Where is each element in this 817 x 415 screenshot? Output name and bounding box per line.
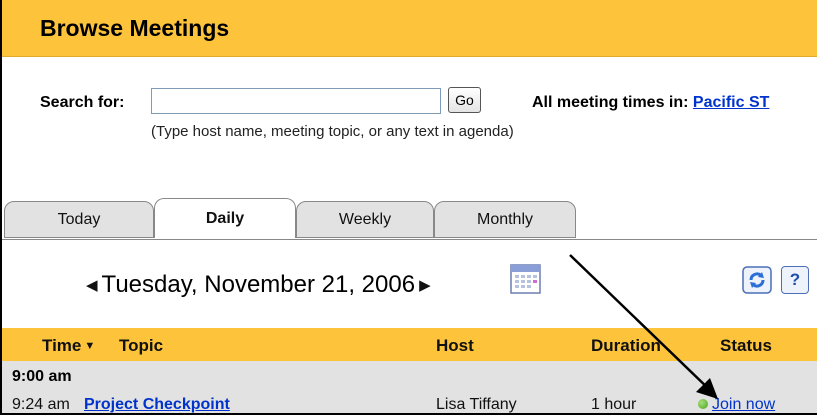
meeting-host: Lisa Tiffany: [436, 396, 517, 413]
column-duration[interactable]: Duration: [591, 336, 661, 356]
help-glyph: ?: [789, 270, 801, 289]
meeting-time: 9:24 am: [12, 396, 70, 413]
page-title: Browse Meetings: [40, 15, 230, 41]
prev-day-arrow-icon[interactable]: ◀: [86, 276, 98, 294]
column-host[interactable]: Host: [436, 336, 474, 356]
calendar-icon[interactable]: [510, 264, 541, 294]
browse-meetings-panel: Browse Meetings Search for: Go (Type hos…: [0, 0, 817, 415]
next-day-arrow-icon[interactable]: ▶: [419, 276, 431, 294]
page-header: Browse Meetings: [2, 0, 817, 57]
timezone-label: All meeting times in: Pacific ST: [532, 94, 769, 112]
sort-down-icon[interactable]: ▼: [84, 340, 95, 352]
date-navigator: ◀ Tuesday, November 21, 2006 ▶: [86, 270, 431, 300]
refresh-icon[interactable]: [742, 266, 772, 294]
tab-monthly[interactable]: Monthly: [434, 201, 576, 238]
tab-weekly[interactable]: Weekly: [296, 201, 434, 238]
search-input[interactable]: [151, 88, 441, 114]
timezone-text: All meeting times in:: [532, 94, 689, 111]
timezone-link[interactable]: Pacific ST: [693, 94, 769, 111]
tab-today[interactable]: Today: [4, 201, 154, 238]
status-online-icon: [698, 399, 708, 409]
search-hint: (Type host name, meeting topic, or any t…: [151, 123, 514, 140]
meetings-table-header: Time ▼ Topic Host Duration Status: [2, 328, 817, 361]
search-label: Search for:: [40, 94, 125, 111]
help-icon[interactable]: ?: [781, 266, 809, 294]
tab-divider: [2, 239, 817, 240]
meeting-topic-link[interactable]: Project Checkpoint: [84, 396, 230, 413]
table-row: 9:24 am Project Checkpoint Lisa Tiffany …: [2, 393, 817, 413]
column-time[interactable]: Time ▼: [42, 336, 96, 356]
hour-label: 9:00 am: [12, 368, 72, 385]
hour-group-row: 9:00 am: [2, 361, 817, 393]
view-tabs: Today Daily Weekly Monthly: [2, 198, 817, 238]
current-date: Tuesday, November 21, 2006: [101, 271, 416, 298]
column-topic[interactable]: Topic: [119, 336, 163, 356]
meeting-duration: 1 hour: [591, 396, 637, 413]
column-status[interactable]: Status: [720, 336, 772, 356]
join-now-link[interactable]: Join now: [712, 396, 775, 413]
go-button[interactable]: Go: [448, 87, 481, 113]
column-time-label: Time: [42, 336, 82, 355]
meeting-status: Join now: [698, 396, 775, 413]
tab-daily[interactable]: Daily: [154, 198, 296, 238]
